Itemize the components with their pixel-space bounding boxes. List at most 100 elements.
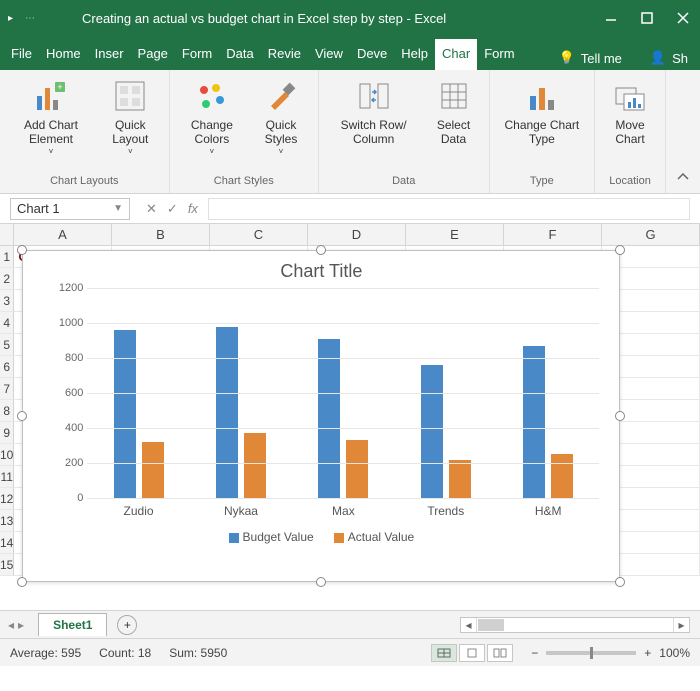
select-data-button[interactable]: Select Data [424,74,482,151]
resize-handle[interactable] [316,577,326,587]
quick-layout-button[interactable]: Quick Layout ˅ [98,74,163,160]
sheet-nav-prev-icon[interactable]: ◂ [8,618,14,632]
row-header[interactable]: 5 [0,334,14,356]
sheet-tab[interactable]: Sheet1 [38,613,107,636]
fx-icon[interactable]: fx [188,201,198,217]
tab-formulas[interactable]: Form [175,39,219,70]
new-sheet-button[interactable]: + [117,615,137,635]
bar-actual[interactable] [449,460,471,499]
resize-handle[interactable] [17,577,27,587]
row-header[interactable]: 1 [0,246,14,268]
chart-title[interactable]: Chart Title [23,251,619,288]
scroll-left-icon[interactable]: ◂ [461,618,477,632]
row-header[interactable]: 15 [0,554,14,576]
tab-home[interactable]: Home [39,39,88,70]
bar-actual[interactable] [551,454,573,498]
col-header[interactable]: F [504,224,602,245]
bar-budget[interactable] [421,365,443,498]
row-header[interactable]: 11 [0,466,14,488]
scrollbar-thumb[interactable] [478,619,504,631]
formula-bar[interactable] [208,198,690,220]
chart-legend[interactable]: Budget Value Actual Value [23,522,619,548]
resize-handle[interactable] [17,411,27,421]
tab-help[interactable]: Help [394,39,435,70]
tab-insert[interactable]: Inser [88,39,131,70]
row-header[interactable]: 7 [0,378,14,400]
close-button[interactable] [674,9,692,27]
tab-page[interactable]: Page [131,39,175,70]
chevron-down-icon[interactable]: ▼ [113,203,123,214]
row-header[interactable]: 8 [0,400,14,422]
change-chart-type-button[interactable]: Change Chart Type [496,74,589,151]
page-layout-view-button[interactable] [459,644,485,662]
col-header[interactable]: A [14,224,112,245]
tab-view[interactable]: View [308,39,350,70]
row-header[interactable]: 12 [0,488,14,510]
tell-me-input[interactable]: Tell me [581,51,622,66]
row-header[interactable]: 9 [0,422,14,444]
quick-access-more-icon[interactable]: ⋯ [25,13,35,24]
bar-budget[interactable] [114,330,136,498]
x-axis-category: H&M [497,504,599,518]
zoom-in-button[interactable]: + [644,646,651,660]
horizontal-scrollbar[interactable]: ◂ ▸ [460,617,690,633]
bar-budget[interactable] [216,327,238,499]
normal-view-button[interactable] [431,644,457,662]
col-header[interactable]: B [112,224,210,245]
col-header[interactable]: C [210,224,308,245]
user-icon: 👤 [650,50,666,66]
share-button[interactable]: Sh [672,51,688,66]
maximize-button[interactable] [638,9,656,27]
row-header[interactable]: 4 [0,312,14,334]
change-colors-button[interactable]: Change Colors ˅ [176,74,248,160]
tab-review[interactable]: Revie [261,39,308,70]
select-all-corner[interactable] [0,224,14,245]
row-header[interactable]: 10 [0,444,14,466]
add-chart-element-button[interactable]: + Add Chart Element ˅ [6,74,96,160]
scroll-right-icon[interactable]: ▸ [673,618,689,632]
row-header[interactable]: 3 [0,290,14,312]
cancel-formula-button[interactable]: ✕ [146,201,157,217]
col-header[interactable]: G [602,224,700,245]
zoom-slider[interactable] [546,651,636,655]
embedded-chart[interactable]: Chart Title ZudioNykaaMaxTrendsH&M 02004… [22,250,620,582]
tab-format[interactable]: Form [477,39,521,70]
zoom-level[interactable]: 100% [659,646,690,660]
col-header[interactable]: E [406,224,504,245]
worksheet-grid[interactable]: A B C D E F G 123456789101112131415 Outl… [0,224,700,610]
name-box[interactable]: Chart 1 ▼ [10,198,130,220]
row-header[interactable]: 2 [0,268,14,290]
status-bar: Average: 595 Count: 18 Sum: 5950 − + 100… [0,638,700,666]
move-chart-button[interactable]: Move Chart [601,74,659,151]
row-header[interactable]: 6 [0,356,14,378]
col-header[interactable]: D [308,224,406,245]
zoom-out-button[interactable]: − [531,646,538,660]
autosave-icon[interactable]: ▸ [8,13,13,24]
collapse-ribbon-button[interactable] [666,164,700,193]
enter-formula-button[interactable]: ✓ [167,201,178,217]
sheet-nav-next-icon[interactable]: ▸ [18,618,24,632]
bar-budget[interactable] [318,339,340,498]
row-header[interactable]: 13 [0,510,14,532]
tab-chart-design[interactable]: Char [435,39,477,70]
plot-area[interactable]: ZudioNykaaMaxTrendsH&M 02004006008001000… [87,288,599,498]
tab-developer[interactable]: Deve [350,39,394,70]
tab-file[interactable]: File [4,39,39,70]
tab-data[interactable]: Data [219,39,260,70]
minimize-button[interactable] [602,9,620,27]
bar-budget[interactable] [523,346,545,498]
quick-styles-button[interactable]: Quick Styles ˅ [250,74,312,160]
legend-item[interactable]: Budget Value [229,530,314,544]
row-header[interactable]: 14 [0,532,14,554]
svg-text:+: + [57,82,62,92]
page-break-view-button[interactable] [487,644,513,662]
resize-handle[interactable] [615,577,625,587]
x-axis-category: Zudio [87,504,189,518]
legend-item[interactable]: Actual Value [334,530,415,544]
switch-row-column-button[interactable]: Switch Row/ Column [325,74,423,151]
bar-actual[interactable] [346,440,368,498]
bar-actual[interactable] [142,442,164,498]
add-chart-element-icon: + [33,78,69,114]
bar-actual[interactable] [244,433,266,498]
formula-bar-row: Chart 1 ▼ ✕ ✓ fx [0,194,700,224]
